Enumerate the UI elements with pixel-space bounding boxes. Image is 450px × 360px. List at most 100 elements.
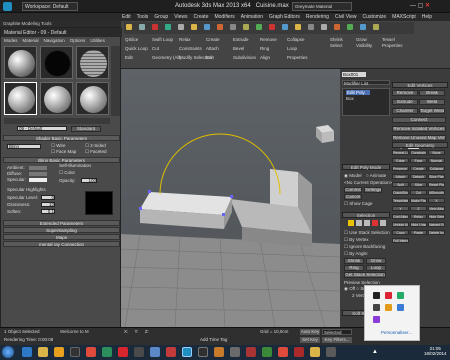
menu-item[interactable]: Rendering bbox=[306, 14, 329, 20]
app-icon-8[interactable] bbox=[198, 347, 208, 357]
edit-vertices-button[interactable]: Connect bbox=[392, 117, 446, 123]
app-icon-7[interactable] bbox=[166, 347, 176, 357]
help-search[interactable]: Greymate Material bbox=[292, 2, 352, 11]
menu-item[interactable]: Modifiers bbox=[214, 14, 234, 20]
toolbar-icon[interactable] bbox=[256, 24, 262, 30]
add-time-tag[interactable]: Add Time Tag bbox=[200, 337, 227, 342]
edit-geometry-rollout[interactable]: Edit Geometry bbox=[392, 142, 448, 148]
tray-icon-7[interactable] bbox=[373, 316, 380, 323]
set-key-button[interactable]: Set Key bbox=[300, 337, 320, 343]
opacity-field[interactable]: 100 bbox=[81, 178, 97, 183]
extended-params-rollout[interactable]: Extended Parameters bbox=[3, 220, 120, 226]
material-editor-menu-item[interactable]: Utilities bbox=[90, 38, 105, 43]
menu-item[interactable]: MAXScript bbox=[392, 14, 416, 20]
shrink-button[interactable]: Shrink bbox=[344, 258, 364, 264]
menu-item[interactable]: Tools bbox=[137, 14, 149, 20]
menu-item[interactable]: Animation bbox=[241, 14, 263, 20]
edit-geometry-button[interactable]: Relax bbox=[410, 214, 427, 219]
app-icon-2[interactable] bbox=[86, 347, 96, 357]
ribbon-command[interactable]: Swift Loop bbox=[152, 37, 179, 42]
ribbon-command[interactable]: Ring bbox=[260, 46, 287, 51]
edit-geometry-button[interactable]: Attach bbox=[392, 174, 409, 179]
ignore-backfacing-checkbox[interactable]: ☐ Ignore Backfacing bbox=[344, 244, 385, 250]
ribbon-command[interactable]: Constraints bbox=[179, 46, 206, 51]
mental-ray-rollout[interactable]: mental ray Connection bbox=[3, 241, 120, 247]
app-icon-4[interactable] bbox=[118, 347, 128, 357]
diffuse-swatch[interactable] bbox=[29, 172, 47, 176]
workspace-dropdown[interactable]: Workspace: Default bbox=[22, 2, 78, 11]
ribbon-command[interactable]: Modify Selection bbox=[179, 55, 212, 60]
ambient-swatch[interactable] bbox=[29, 166, 47, 170]
key-filters-button[interactable]: Key Filters... bbox=[322, 337, 352, 343]
tray-icon-2[interactable] bbox=[385, 292, 392, 299]
edit-geometry-button[interactable]: Full Interactivity bbox=[392, 238, 409, 243]
toolbar-icon[interactable] bbox=[347, 24, 353, 30]
material-slot-4-active[interactable] bbox=[4, 82, 37, 115]
toolbar-icon[interactable] bbox=[191, 24, 197, 30]
ie-icon[interactable] bbox=[22, 347, 32, 357]
shader-dropdown[interactable]: Blinn bbox=[7, 144, 41, 149]
ribbon-command[interactable]: QSlice bbox=[125, 37, 152, 42]
ribbon-command[interactable]: Edit bbox=[125, 55, 152, 60]
menu-item[interactable]: Help bbox=[422, 14, 432, 20]
by-vertex-checkbox[interactable]: ☐ By Vertex bbox=[344, 237, 369, 243]
app-icon-15[interactable] bbox=[310, 347, 320, 357]
maxscript-listener[interactable]: Welcome to M bbox=[60, 329, 89, 334]
ribbon-command[interactable]: Extrude bbox=[233, 37, 260, 42]
cancel-button[interactable]: Cancel bbox=[344, 194, 362, 200]
menu-item[interactable]: Create bbox=[193, 14, 208, 20]
toolbar-icon[interactable] bbox=[321, 24, 327, 30]
app-icon-11[interactable] bbox=[246, 347, 256, 357]
toolbar-icon[interactable] bbox=[295, 24, 301, 30]
edit-geometry-button[interactable]: QuickSlice bbox=[392, 190, 409, 195]
side-toolbar[interactable] bbox=[111, 46, 120, 116]
edit-poly-mode-rollout[interactable]: Edit Poly Mode bbox=[342, 164, 390, 170]
app-icon-16[interactable] bbox=[326, 347, 336, 357]
grow-button[interactable]: Grow bbox=[366, 258, 386, 264]
tray-icon-4[interactable] bbox=[373, 304, 380, 311]
edit-geometry-button[interactable]: Y bbox=[392, 206, 409, 211]
material-slot-6[interactable] bbox=[76, 82, 109, 115]
start-button-icon[interactable] bbox=[2, 346, 14, 358]
edit-vertices-button[interactable]: Weld bbox=[419, 99, 445, 105]
edit-geometry-button[interactable]: Cut bbox=[410, 190, 427, 195]
edit-geometry-button[interactable]: Named Selections: bbox=[428, 222, 445, 227]
material-type-button[interactable]: Standard bbox=[71, 126, 101, 132]
supersampling-rollout[interactable]: SuperSampling bbox=[3, 227, 120, 233]
material-slot-2[interactable] bbox=[40, 46, 73, 79]
media-icon[interactable] bbox=[54, 347, 64, 357]
mode-animate[interactable]: ○ Animate bbox=[366, 173, 386, 178]
ribbon-command[interactable]: Grow bbox=[356, 37, 382, 42]
ribbon-command[interactable]: Geometry (All) bbox=[152, 55, 181, 60]
self-illum-color-checkbox[interactable]: ☐ Color bbox=[59, 170, 75, 176]
auto-key-button[interactable]: Auto Key bbox=[300, 329, 320, 335]
ribbon-command[interactable]: Select bbox=[330, 43, 356, 48]
edit-geometry-button[interactable]: Delete Isolated Vertices bbox=[428, 230, 445, 235]
material-name-field[interactable]: 09 - Default bbox=[17, 126, 67, 131]
ribbon-command[interactable]: Properties bbox=[287, 55, 314, 60]
menu-item[interactable]: Customize bbox=[363, 14, 387, 20]
ribbon-command[interactable]: Relax bbox=[179, 37, 206, 42]
material-editor-menu-item[interactable]: Material bbox=[23, 38, 39, 43]
app-icon-14[interactable] bbox=[294, 347, 304, 357]
personalize-link[interactable]: Personnaliser... bbox=[381, 330, 412, 335]
tray-expand-icon[interactable]: ▲ bbox=[372, 349, 378, 355]
edit-geometry-button[interactable]: Z bbox=[410, 206, 427, 211]
menu-item[interactable]: Graph Editors bbox=[269, 14, 300, 20]
menu-item[interactable]: Group bbox=[154, 14, 168, 20]
app-icon-9[interactable] bbox=[214, 347, 224, 357]
selection-rollout[interactable]: Selection bbox=[342, 212, 390, 218]
ribbon-command[interactable]: Quick Loop bbox=[125, 46, 152, 51]
toolbar-icon[interactable] bbox=[373, 24, 379, 30]
3dsmax-taskbar-icon[interactable] bbox=[182, 347, 192, 357]
glossiness-field[interactable]: 10 bbox=[41, 202, 55, 207]
modifier-list-dropdown[interactable]: Modifier List bbox=[342, 80, 390, 86]
ribbon-command[interactable]: Shrink bbox=[330, 37, 356, 42]
edit-vertices-button[interactable]: Chamfer bbox=[392, 108, 418, 114]
settings-button[interactable]: Settings bbox=[364, 187, 382, 193]
selected-dropdown[interactable]: Selected bbox=[322, 329, 352, 335]
edit-geometry-button[interactable]: Tessellate bbox=[392, 198, 409, 203]
toolbar-icon[interactable] bbox=[178, 24, 184, 30]
edit-geometry-button[interactable]: Unhide All bbox=[392, 222, 409, 227]
loop-button[interactable]: Loop bbox=[366, 265, 386, 271]
